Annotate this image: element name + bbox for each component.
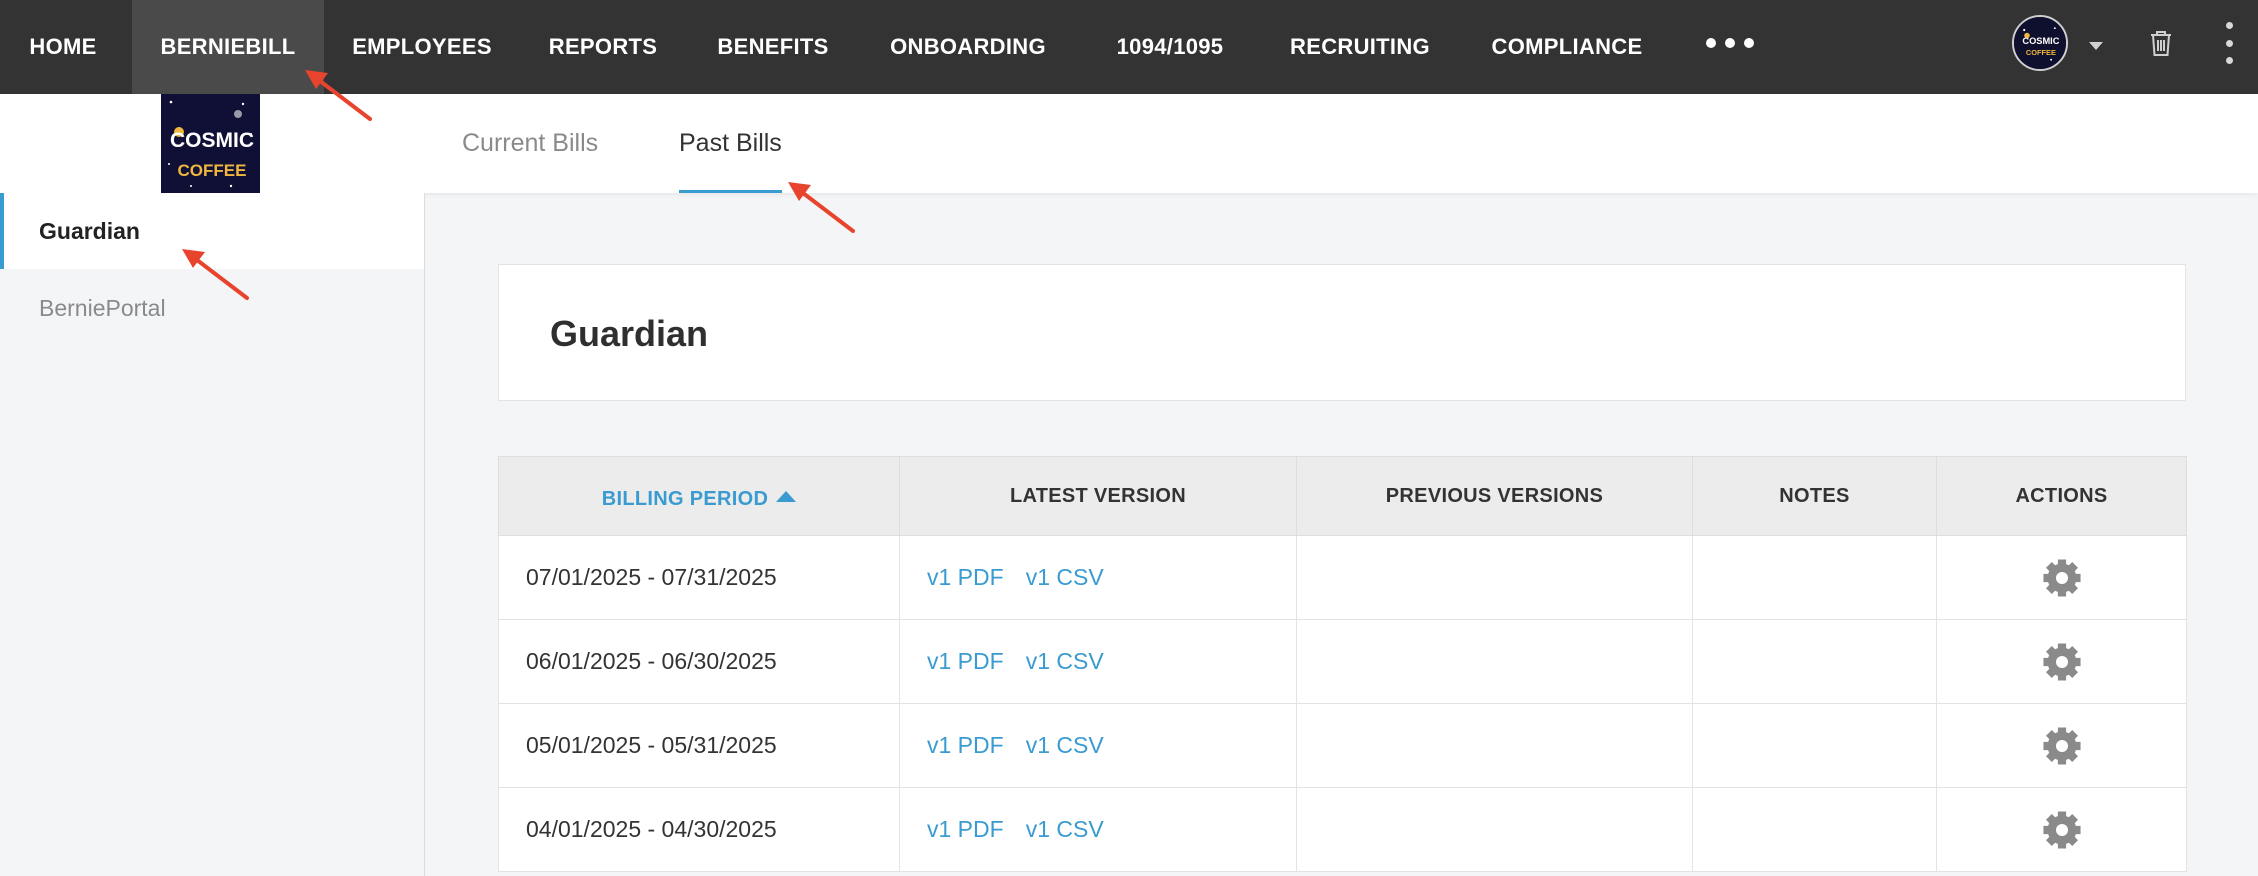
column-header-latest-version: LATEST VERSION: [899, 456, 1297, 536]
gear-icon[interactable]: [2041, 809, 2083, 851]
kebab-dot: [2225, 22, 2233, 29]
sub-header: [0, 94, 2258, 193]
logo-line2: COFFEE: [178, 161, 247, 180]
avatar-line1: COSMIC: [2022, 36, 2059, 46]
table-row: 04/01/2025 - 04/30/2025 v1 PDF v1 CSV: [498, 787, 2187, 872]
previous-versions-cell: [1296, 787, 1693, 872]
nav-item-1094-1095[interactable]: 1094/1095: [1100, 0, 1240, 94]
nav-item-home[interactable]: HOME: [0, 0, 126, 94]
kebab-dot: [2225, 57, 2233, 64]
gear-icon[interactable]: [2041, 641, 2083, 683]
table-row: 05/01/2025 - 05/31/2025 v1 PDF v1 CSV: [498, 703, 2187, 788]
kebab-dot: [2225, 39, 2233, 47]
page-title: Guardian: [550, 312, 709, 354]
billing-period-cell: 06/01/2025 - 06/30/2025: [498, 619, 900, 704]
table-header-row: BILLING PERIOD LATEST VERSION PREVIOUS V…: [498, 456, 2187, 536]
latest-version-cell: v1 PDF v1 CSV: [899, 535, 1297, 620]
carrier-sidebar: Guardian BerniePortal: [0, 193, 425, 876]
gear-icon[interactable]: [2041, 725, 2083, 767]
table-row: 07/01/2025 - 07/31/2025 v1 PDF v1 CSV: [498, 535, 2187, 620]
avatar-line2: COFFEE: [2026, 48, 2056, 57]
billing-period-cell: 05/01/2025 - 05/31/2025: [498, 703, 900, 788]
pdf-download-link[interactable]: v1 PDF: [927, 564, 1004, 590]
kebab-menu-icon[interactable]: [2222, 22, 2236, 64]
avatar-logo-image: COSMIC COFFEE: [2014, 17, 2066, 69]
gear-icon[interactable]: [2041, 557, 2083, 599]
column-header-previous-versions: PREVIOUS VERSIONS: [1296, 456, 1693, 536]
latest-version-cell: v1 PDF v1 CSV: [899, 703, 1297, 788]
pdf-download-link[interactable]: v1 PDF: [927, 648, 1004, 674]
tab-current-bills[interactable]: Current Bills: [462, 94, 598, 193]
pdf-download-link[interactable]: v1 PDF: [927, 816, 1004, 842]
latest-version-cell: v1 PDF v1 CSV: [899, 787, 1297, 872]
csv-download-link[interactable]: v1 CSV: [1026, 648, 1104, 674]
column-header-notes: NOTES: [1692, 456, 1937, 536]
more-dot: [1725, 38, 1735, 48]
notes-cell: [1692, 619, 1937, 704]
previous-versions-cell: [1296, 619, 1693, 704]
tab-past-bills[interactable]: Past Bills: [679, 94, 782, 193]
notes-cell: [1692, 703, 1937, 788]
logo-line1: COSMIC: [170, 129, 254, 152]
top-navigation-bar: HOME BERNIEBILL EMPLOYEES REPORTS BENEFI…: [0, 0, 2258, 94]
sort-ascending-icon: [776, 490, 797, 502]
previous-versions-cell: [1296, 535, 1693, 620]
nav-item-benefits[interactable]: BENEFITS: [704, 0, 842, 94]
more-dot: [1706, 38, 1716, 48]
company-logo: COSMIC COFFEE: [161, 94, 260, 193]
column-header-label: BILLING PERIOD: [601, 487, 769, 510]
latest-version-cell: v1 PDF v1 CSV: [899, 619, 1297, 704]
table-row: 06/01/2025 - 06/30/2025 v1 PDF v1 CSV: [498, 619, 2187, 704]
actions-cell: [1936, 787, 2187, 872]
actions-cell: [1936, 619, 2187, 704]
more-dots-icon[interactable]: [1706, 38, 1754, 48]
column-header-billing-period[interactable]: BILLING PERIOD: [498, 456, 900, 536]
caret-down-icon[interactable]: [2086, 38, 2106, 54]
nav-item-onboarding[interactable]: ONBOARDING: [878, 0, 1058, 94]
actions-cell: [1936, 535, 2187, 620]
trash-icon[interactable]: [2148, 28, 2174, 58]
previous-versions-cell: [1296, 703, 1693, 788]
more-dot: [1744, 38, 1754, 48]
nav-item-recruiting[interactable]: RECRUITING: [1282, 0, 1438, 94]
carrier-title-card: Guardian: [498, 264, 2186, 401]
billing-period-cell: 04/01/2025 - 04/30/2025: [498, 787, 900, 872]
actions-cell: [1936, 703, 2187, 788]
nav-item-reports[interactable]: REPORTS: [538, 0, 668, 94]
column-header-actions: ACTIONS: [1936, 456, 2187, 536]
company-avatar[interactable]: COSMIC COFFEE: [2012, 15, 2068, 71]
sidebar-item-guardian[interactable]: Guardian: [0, 193, 424, 269]
notes-cell: [1692, 787, 1937, 872]
billing-period-cell: 07/01/2025 - 07/31/2025: [498, 535, 900, 620]
csv-download-link[interactable]: v1 CSV: [1026, 564, 1104, 590]
past-bills-table: BILLING PERIOD LATEST VERSION PREVIOUS V…: [498, 456, 2187, 872]
nav-item-compliance[interactable]: COMPLIANCE: [1480, 0, 1654, 94]
notes-cell: [1692, 535, 1937, 620]
csv-download-link[interactable]: v1 CSV: [1026, 732, 1104, 758]
nav-item-employees[interactable]: EMPLOYEES: [338, 0, 506, 94]
csv-download-link[interactable]: v1 CSV: [1026, 816, 1104, 842]
sidebar-item-bernieportal[interactable]: BerniePortal: [0, 270, 424, 346]
pdf-download-link[interactable]: v1 PDF: [927, 732, 1004, 758]
nav-item-berniebill[interactable]: BERNIEBILL: [132, 0, 324, 94]
